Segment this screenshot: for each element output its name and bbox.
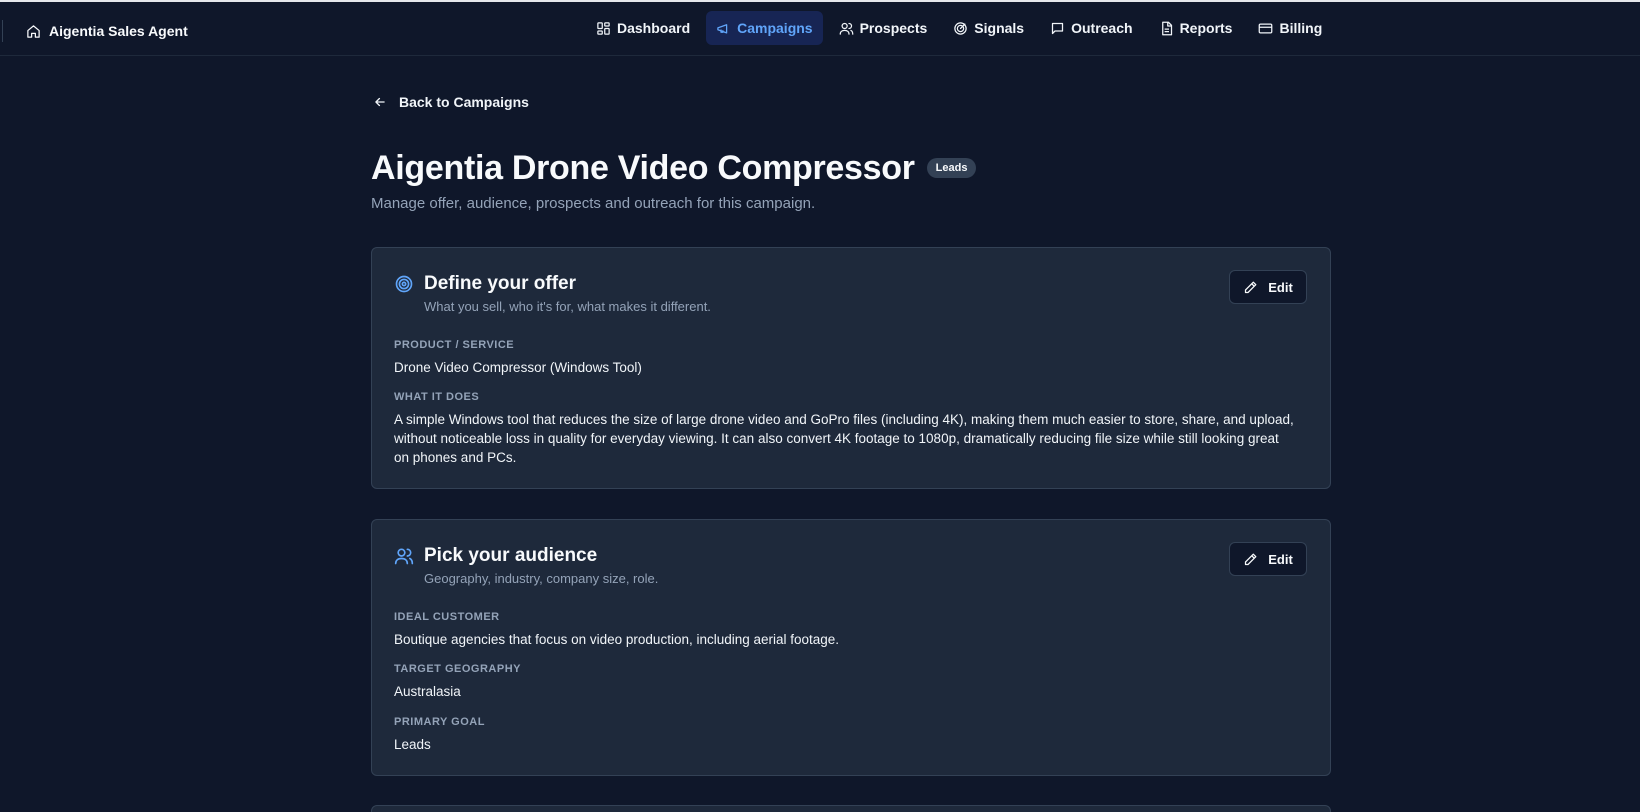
target-icon xyxy=(395,275,413,293)
nav-billing-label: Billing xyxy=(1279,20,1323,36)
offer-card-title: Define your offer xyxy=(424,273,577,294)
nav-signals-label: Signals xyxy=(974,20,1025,36)
brand-link[interactable]: Aigentia Sales Agent xyxy=(26,20,188,42)
pencil-icon xyxy=(1245,553,1257,565)
users-icon xyxy=(839,22,853,35)
nav-outreach-label: Outreach xyxy=(1071,20,1133,36)
arrow-left-icon xyxy=(375,97,385,107)
offer-card: Define your offer What you sell, who it'… xyxy=(371,247,1331,489)
card-icon xyxy=(1259,23,1273,33)
nav-prospects[interactable]: Prospects xyxy=(829,11,938,45)
field-value: Boutique agencies that focus on video pr… xyxy=(394,632,840,647)
edit-offer-button[interactable]: Edit xyxy=(1229,270,1307,304)
edit-audience-label: Edit xyxy=(1268,551,1293,567)
field-label: PRIMARY GOAL xyxy=(394,716,485,728)
edit-audience-button[interactable]: Edit xyxy=(1229,542,1307,576)
back-link-label: Back to Campaigns xyxy=(399,94,529,110)
audience-card-title: Pick your audience xyxy=(424,545,598,566)
field-value: Leads xyxy=(394,737,431,752)
nav-signals[interactable]: Signals xyxy=(943,11,1034,45)
nav-campaigns-label: Campaigns xyxy=(737,20,813,36)
pencil-icon xyxy=(1245,281,1257,293)
audience-card: Pick your audience Geography, industry, … xyxy=(371,519,1331,776)
field-value: Australasia xyxy=(394,684,461,699)
brand-name: Aigentia Sales Agent xyxy=(49,23,188,39)
nav-billing[interactable]: Billing xyxy=(1248,11,1332,45)
users-icon xyxy=(394,548,414,565)
home-icon xyxy=(27,24,40,38)
audience-card-subtitle: Geography, industry, company size, role. xyxy=(424,571,659,586)
back-to-campaigns-link[interactable]: Back to Campaigns xyxy=(373,90,529,114)
grid-icon xyxy=(597,21,610,35)
nav-reports-label: Reports xyxy=(1179,20,1233,36)
nav-prospects-label: Prospects xyxy=(859,20,928,36)
page-subtitle: Manage offer, audience, prospects and ou… xyxy=(371,195,816,212)
nav-dashboard[interactable]: Dashboard xyxy=(586,11,700,45)
file-icon xyxy=(1161,21,1172,35)
offer-card-subtitle: What you sell, who it's for, what makes … xyxy=(424,299,711,314)
field-label: PRODUCT / SERVICE xyxy=(394,339,515,351)
nav-outreach[interactable]: Outreach xyxy=(1040,11,1142,45)
field-value: Drone Video Compressor (Windows Tool) xyxy=(394,360,642,375)
field-value: A simple Windows tool that reduces the s… xyxy=(394,412,1294,465)
field-label: TARGET GEOGRAPHY xyxy=(394,663,521,675)
message-icon xyxy=(1051,22,1064,34)
top-nav-bar: Aigentia Sales Agent Dashboard Campaigns… xyxy=(0,0,1640,56)
main-nav: Dashboard Campaigns Prospects Signals Ou… xyxy=(586,11,1332,45)
page-title: Aigentia Drone Video Compressor xyxy=(371,148,915,187)
status-badge: Leads xyxy=(926,158,977,178)
nav-reports[interactable]: Reports xyxy=(1149,11,1243,45)
nav-dashboard-label: Dashboard xyxy=(617,20,691,36)
field-label: WHAT IT DOES xyxy=(394,391,480,403)
nav-campaigns[interactable]: Campaigns xyxy=(706,11,823,45)
next-section-card xyxy=(371,805,1331,812)
edit-offer-label: Edit xyxy=(1268,279,1293,295)
page-header: Aigentia Drone Video Compressor Leads xyxy=(371,144,977,192)
field-label: IDEAL CUSTOMER xyxy=(394,611,500,623)
megaphone-icon xyxy=(717,23,728,33)
radar-icon xyxy=(954,21,968,35)
topbar-divider xyxy=(2,20,3,42)
